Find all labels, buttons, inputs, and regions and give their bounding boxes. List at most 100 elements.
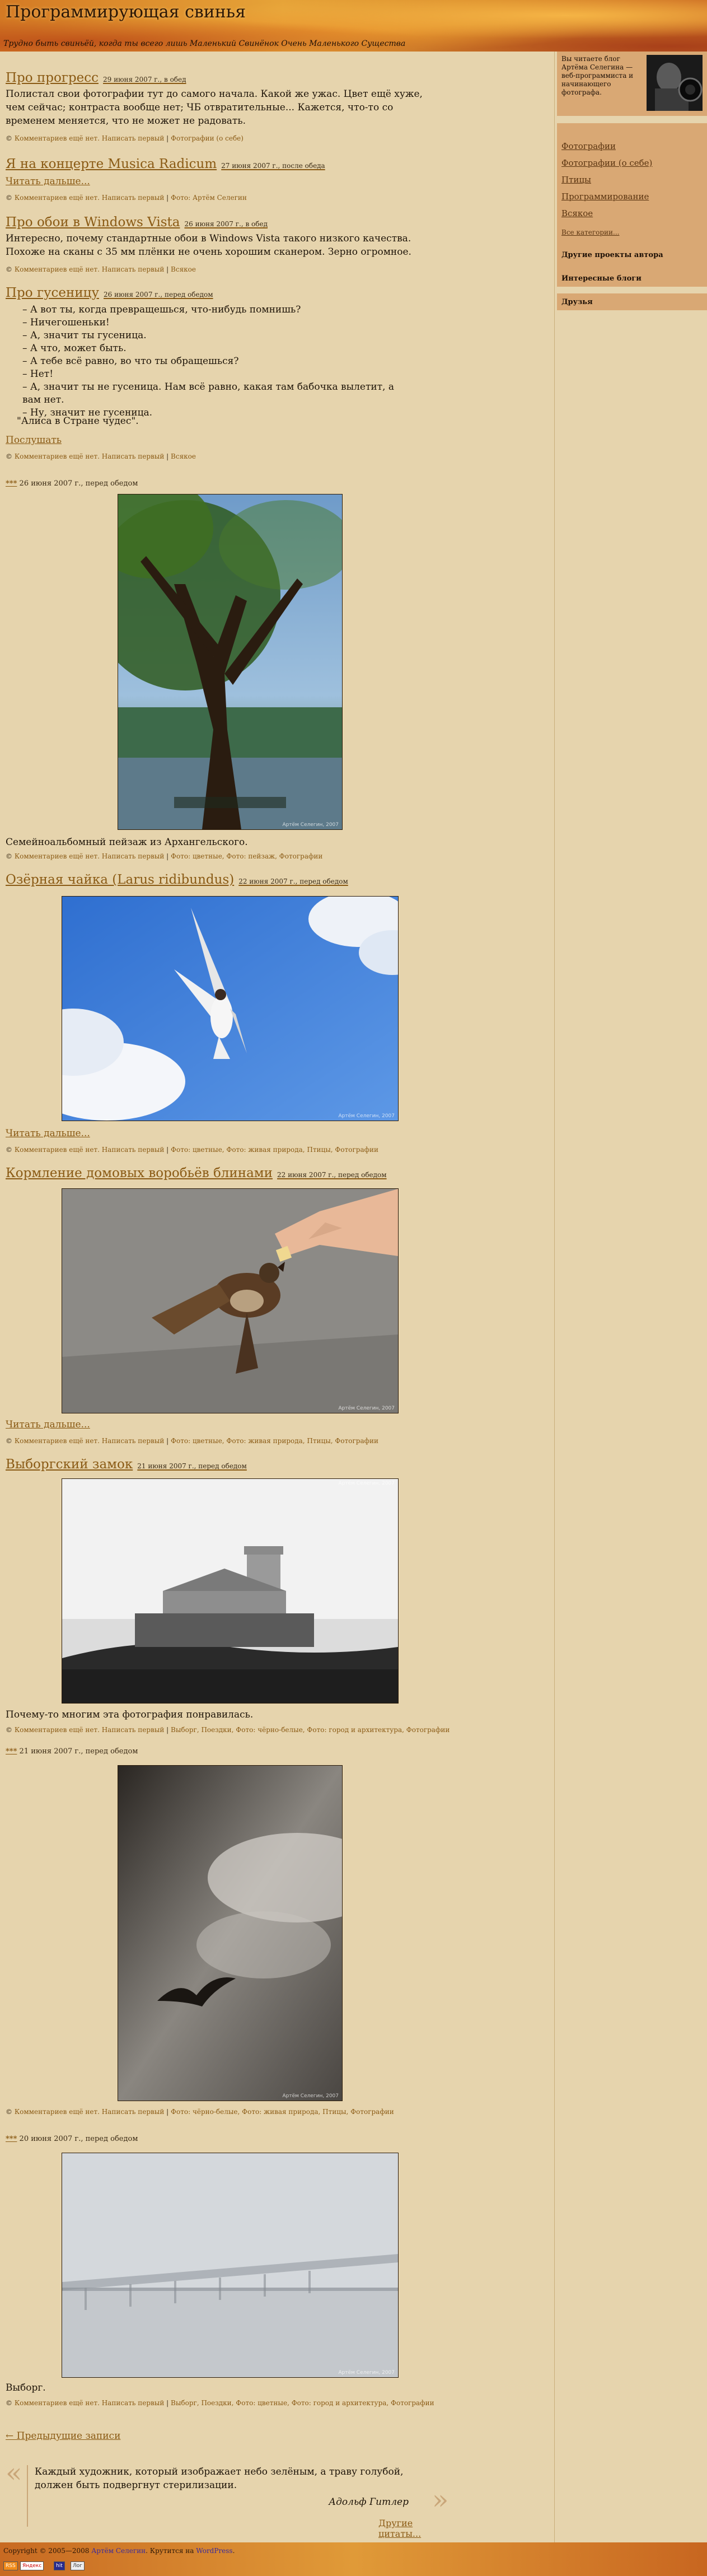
photo-credit: Артём Селегин, 2007 [338, 1113, 395, 1119]
quote-source: "Алиса в Стране чудес". [17, 416, 139, 427]
avatar [647, 55, 703, 111]
listen-link[interactable]: Послушать [6, 435, 62, 446]
sidebar-head-friends[interactable]: Друзья [557, 293, 707, 310]
post-title-link[interactable]: *** 26 июня 2007 г., перед обедом [6, 479, 138, 488]
comment-link[interactable]: Комментариев ещё нет. Написать первый [15, 452, 165, 460]
comment-link[interactable]: Комментариев ещё нет. Написать первый [15, 134, 165, 142]
dialog-line: – Ничегошеньки! [22, 317, 110, 328]
post-title-link[interactable]: Про обои в Windows Vista 26 июня 2007 г.,… [6, 215, 268, 230]
post-meta: © Комментариев ещё нет. Написать первый … [6, 134, 244, 142]
footer: Copyright © 2005—2008 Артём Селегин. Кру… [0, 2542, 707, 2576]
dialog-line: – А тебе всё равно, во что ты обращешься… [22, 356, 239, 367]
post-title-link[interactable]: *** 20 июня 2007 г., перед обедом [6, 2135, 138, 2143]
tag-link[interactable]: Всякое [171, 452, 196, 460]
post-title-link[interactable]: Выборгский замок 21 июня 2007 г., перед о… [6, 1457, 247, 1472]
quote-divider [27, 2465, 28, 2527]
comment-link[interactable]: Комментариев ещё нет. Написать первый [15, 2108, 165, 2116]
author-link[interactable]: Артём Селегин [91, 2547, 146, 2555]
comment-link[interactable]: Комментариев ещё нет. Написать первый [15, 1726, 165, 1734]
post-date: 20 июня 2007 г., перед обедом [19, 2135, 138, 2143]
read-more-link[interactable]: Читать дальше... [6, 176, 90, 187]
post-meta: © Комментариев ещё нет. Написать первый … [6, 265, 196, 273]
post-title-link[interactable]: Про прогресс 29 июня 2007 г., в обед [6, 71, 186, 85]
photo-credit: Артём Селегин, 2007 [338, 1406, 395, 1411]
menu-item-photos[interactable]: Фотографии [561, 141, 616, 151]
post-title-link[interactable]: Про гусеницу 26 июня 2007 г., перед обедо… [6, 286, 213, 300]
all-categories-link[interactable]: Все категории... [561, 228, 619, 236]
post-title-link[interactable]: Я на концерте Musica Radicum 27 июня 2007… [6, 157, 325, 171]
comment-link[interactable]: Комментариев ещё нет. Написать первый [15, 1437, 165, 1445]
tag-link[interactable]: Всякое [171, 265, 196, 273]
photo-bird-sky[interactable]: Артём Селегин, 2007 [118, 1765, 343, 2101]
random-quote: « Каждый художник, который изображает не… [6, 2457, 453, 2539]
post-title-link[interactable]: *** 21 июня 2007 г., перед обедом [6, 1747, 138, 1756]
tag-link[interactable]: Фотографии (о себе) [171, 134, 244, 142]
comment-link[interactable]: Комментариев ещё нет. Написать первый [15, 265, 165, 273]
post-meta: © Комментариев ещё нет. Написать первый … [6, 1146, 378, 1154]
photo-credit: Артём Селегин, 2007 [282, 2093, 339, 2099]
photo-tree-landscape[interactable]: Артём Селегин, 2007 [118, 494, 343, 830]
gull-image [62, 897, 398, 1121]
tag-link[interactable]: Фото: цветные, Фото: живая природа, Птиц… [171, 1146, 378, 1154]
post-meta: © Комментариев ещё нет. Написать первый … [6, 452, 196, 460]
post-meta: © Комментариев ещё нет. Написать первый … [6, 194, 247, 202]
menu-item-programming[interactable]: Программирование [561, 192, 649, 202]
open-quote-icon: « [6, 2457, 22, 2489]
tag-link[interactable]: Выборг, Поездки, Фото: цветные, Фото: го… [171, 2399, 434, 2407]
dialog-line: – А вот ты, когда превращешься, что-нибу… [22, 304, 301, 315]
comment-link[interactable]: Комментариев ещё нет. Написать первый [15, 852, 165, 860]
dialog-line: – Нет! [22, 368, 54, 380]
quote-author: Адольф Гитлер [329, 2496, 409, 2508]
tag-link[interactable]: Фото: чёрно-белые, Фото: живая природа, … [171, 2108, 394, 2116]
vyborg-image [62, 2153, 398, 2377]
tag-link[interactable]: Фото: Артём Селегин [171, 194, 247, 202]
photo-credit: Артём Селегин, 2007 [338, 1481, 395, 1486]
post-body: Интересно, почему стандартные обои в Win… [6, 233, 411, 258]
photo-castle[interactable]: Артём Селегин, 2007 [62, 1478, 399, 1704]
tag-link[interactable]: Фото: цветные, Фото: живая природа, Птиц… [171, 1437, 378, 1445]
post-date: 21 июня 2007 г., перед обедом [19, 1747, 138, 1756]
dialog-line: – А, значит ты не гусеница. Нам всё равн… [22, 381, 395, 405]
tag-link[interactable]: Фото: цветные, Фото: пейзаж, Фотографии [171, 852, 322, 860]
post-title-link[interactable]: Кормление домовых воробьёв блинами 22 июн… [6, 1166, 387, 1180]
post-title-link[interactable]: Озёрная чайка (Larus ridibundus) 22 июня … [6, 872, 348, 887]
post-date: 26 июня 2007 г., в обед [184, 220, 268, 228]
comment-link[interactable]: Комментариев ещё нет. Написать первый [15, 2399, 165, 2407]
comment-link[interactable]: Комментариев ещё нет. Написать первый [15, 194, 165, 202]
photo-credit: Артём Селегин, 2007 [338, 2370, 395, 2376]
post-body: Семейноальбомный пейзаж из Архангельског… [6, 837, 248, 848]
post-date: 26 июня 2007 г., перед обедом [104, 291, 213, 298]
menu-item-misc[interactable]: Всякое [561, 208, 593, 218]
photo-vyborg[interactable]: Артём Селегин, 2007 [62, 2153, 399, 2378]
log-badge[interactable]: Лог [71, 2561, 85, 2570]
sparrow-image [62, 1189, 398, 1413]
read-more-link[interactable]: Читать дальше... [6, 1128, 90, 1139]
sidebar-head-interesting-blogs[interactable]: Интересные блоги [557, 270, 707, 287]
counter-badge[interactable]: hit [54, 2561, 65, 2570]
dialog-quote: – А вот ты, когда превращешься, что-нибу… [22, 304, 414, 419]
post-body: Полистал свои фотографии тут до самого н… [6, 88, 423, 127]
sidebar-head-other-projects[interactable]: Другие проекты автора [557, 246, 707, 263]
site-title-link[interactable]: Программирующая свинья [6, 2, 246, 22]
read-more-link[interactable]: Читать дальше... [6, 1419, 90, 1430]
post-meta: © Комментариев ещё нет. Написать первый … [6, 2108, 394, 2116]
tag-link[interactable]: Выборг, Поездки, Фото: чёрно-белые, Фото… [171, 1726, 450, 1734]
post-meta: © Комментариев ещё нет. Написать первый … [6, 852, 323, 860]
dialog-line: – А, значит ты гусеница. [22, 330, 147, 341]
bird-sky-image [118, 1766, 342, 2101]
rss-badge[interactable]: RSS [3, 2561, 18, 2570]
post-meta: © Комментариев ещё нет. Написать первый … [6, 1726, 450, 1734]
footer-copyright: Copyright © 2005—2008 Артём Селегин. Кру… [3, 2547, 235, 2555]
comment-link[interactable]: Комментариев ещё нет. Написать первый [15, 1146, 165, 1154]
menu-item-birds[interactable]: Птицы [561, 175, 591, 185]
photo-sparrow[interactable]: Артём Селегин, 2007 [62, 1188, 399, 1413]
previous-entries-link[interactable]: ← Предыдущие записи [6, 2430, 120, 2442]
menu-item-photos-self[interactable]: Фотографии (о себе) [561, 158, 652, 168]
post-date: 29 июня 2007 г., в обед [103, 76, 186, 83]
more-quotes-link[interactable]: Другие цитаты... [378, 2518, 453, 2539]
post-date: 27 июня 2007 г., после обеда [221, 162, 325, 170]
wordpress-link[interactable]: WordPress [196, 2547, 232, 2555]
about-text: Вы читаете блог Артёма Селегина — веб-пр… [561, 55, 634, 96]
photo-gull[interactable]: Артём Селегин, 2007 [62, 896, 399, 1121]
yandex-badge[interactable]: Яндекс [20, 2561, 44, 2570]
